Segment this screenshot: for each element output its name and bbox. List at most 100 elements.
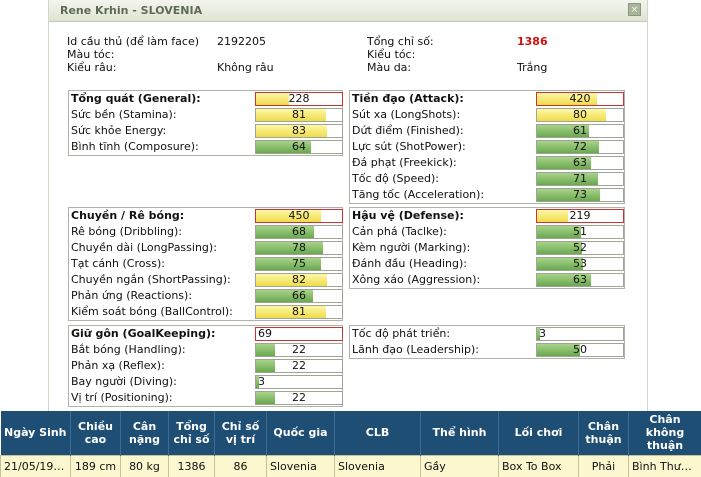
table-cell: 80 kg: [120, 454, 169, 477]
stat-row: Tốc độ (Speed): 71: [350, 171, 624, 187]
stat-row: Dứt điểm (Finished): 61: [350, 123, 624, 139]
stat-bar: 66: [255, 289, 343, 303]
stat-row: Sức bền (Stamina): 81: [69, 107, 343, 123]
stat-row: Lực sút (ShotPower): 72: [350, 139, 624, 155]
stat-row: Cản phá (Taclke): 51: [350, 224, 624, 240]
player-id-label: Id cầu thủ (để làm face): [67, 35, 199, 48]
stat-bar-value: 72: [573, 140, 587, 153]
table-cell: Gầy: [420, 454, 499, 477]
stat-bar: 80: [536, 108, 624, 122]
stats-header-label: Tổng quát (General):: [71, 92, 201, 105]
stat-bar: 82: [255, 273, 343, 287]
stat-label: Bình tĩnh (Composure):: [71, 140, 199, 153]
column-header[interactable]: Chiều cao: [70, 411, 121, 455]
stats-header-row: Tổng quát (General): 228: [69, 91, 343, 107]
stat-bar: 73: [536, 188, 624, 202]
stat-bar-value: 53: [573, 257, 587, 270]
stat-row: Bắt bóng (Handling): 22: [69, 342, 343, 358]
column-header[interactable]: Chỉ số vị trí: [214, 411, 267, 455]
stat-bar: 75: [255, 257, 343, 271]
player-summary-table: Ngày Sinh Chiều cao Cân nặng Tổng chỉ số Chỉ…: [0, 411, 701, 477]
hair-style-label: Kiểu tóc:: [367, 48, 416, 61]
stat-bar: 78: [255, 241, 343, 255]
stat-row: Sút xa (LongShots): 80: [350, 107, 624, 123]
column-header[interactable]: Tổng chỉ số: [168, 411, 215, 455]
column-header[interactable]: Thể hình: [420, 411, 499, 455]
stat-label: Chuyền ngắn (ShortPassing):: [71, 273, 231, 286]
column-header[interactable]: Chân không thuận: [628, 411, 701, 455]
table-cell: Slovenia: [334, 454, 421, 477]
table-cell: 86: [214, 454, 267, 477]
stats-panel-attack: Tiền đạo (Attack): 420 Sút xa (LongShots):…: [349, 90, 625, 204]
stat-label: Dứt điểm (Finished):: [352, 124, 464, 137]
stat-label: Cản phá (Taclke):: [352, 225, 447, 238]
stat-bar: 71: [536, 172, 624, 186]
stat-bar-value: 22: [292, 343, 306, 356]
stat-bar-value: 50: [573, 343, 587, 356]
stat-row: Tốc độ phát triển: 3: [350, 326, 624, 342]
stats-panel-growth: Tốc độ phát triển: 3 Lãnh đạo (Leadership)…: [349, 325, 625, 359]
column-header[interactable]: CLB: [334, 411, 421, 455]
stat-label: Chuyền dài (LongPassing):: [71, 241, 217, 254]
stats-header-row: Tiền đạo (Attack): 420: [350, 91, 624, 107]
stat-bar-value: 78: [292, 241, 306, 254]
stat-row: Tăng tốc (Acceleration): 73: [350, 187, 624, 203]
column-header[interactable]: Ngày Sinh: [0, 411, 71, 455]
stat-bar-value: 73: [573, 188, 587, 201]
stat-row: Bình tĩnh (Composure): 64: [69, 139, 343, 155]
stat-label: Đá phạt (Freekick):: [352, 156, 457, 169]
stat-bar-value: 64: [292, 140, 306, 153]
stat-label: Tạt cánh (Cross):: [71, 257, 165, 270]
stat-row: Lãnh đạo (Leadership): 50: [350, 342, 624, 358]
stat-label: Phản xạ (Reflex):: [71, 359, 165, 372]
stat-bar: 63: [536, 273, 624, 287]
table-cell: 1386: [168, 454, 215, 477]
stat-bar-value: 81: [292, 305, 306, 318]
stat-row: Chuyền dài (LongPassing): 78: [69, 240, 343, 256]
stat-bar: 51: [536, 225, 624, 239]
stat-bar: 81: [255, 305, 343, 319]
stat-bar: 64: [255, 140, 343, 154]
stats-header-bar: 420: [536, 92, 624, 106]
stat-bar-value: 75: [292, 257, 306, 270]
stat-bar-value: 22: [292, 391, 306, 404]
stats-header-row: Hậu vệ (Defense): 219: [350, 208, 624, 224]
stat-bar-value: 22: [292, 359, 306, 372]
table-cell: Box To Box: [498, 454, 579, 477]
close-icon[interactable]: ×: [628, 3, 641, 16]
stat-bar: 3: [255, 375, 343, 389]
stat-row: Kèm người (Marking): 52: [350, 240, 624, 256]
stat-label: Sút xa (LongShots):: [352, 108, 461, 121]
stat-bar: 68: [255, 225, 343, 239]
stat-bar-value: 61: [573, 124, 587, 137]
stat-label: Rê bóng (Dribbling):: [71, 225, 182, 238]
stat-label: Kiểm soát bóng (BallControl):: [71, 305, 233, 318]
stat-bar-value: 66: [292, 289, 306, 302]
stats-header-label: Tiền đạo (Attack):: [352, 92, 464, 105]
stat-label: Vị trí (Positioning):: [71, 391, 173, 404]
stat-label: Đánh đầu (Heading):: [352, 257, 467, 270]
stat-bar: 3: [536, 327, 624, 341]
stat-row: Chuyền ngắn (ShortPassing): 82: [69, 272, 343, 288]
column-header[interactable]: Lối chơi: [498, 411, 579, 455]
stat-bar: 22: [255, 391, 343, 405]
column-header[interactable]: Chân thuận: [578, 411, 629, 455]
stat-bar: 83: [255, 124, 343, 138]
stats-header-label: Giữ gôn (GoalKeeping):: [71, 327, 216, 340]
dialog-titlebar: Rene Krhin - SLOVENIA ×: [49, 0, 647, 22]
stats-header-bar-value: 450: [288, 209, 310, 222]
stat-bar: 63: [536, 156, 624, 170]
stat-label: Bắt bóng (Handling):: [71, 343, 186, 356]
stats-header-bar-value: 219: [569, 209, 591, 222]
column-header[interactable]: Cân nặng: [120, 411, 169, 455]
stat-bar-value: 83: [292, 124, 306, 137]
stat-bar-value: 81: [292, 108, 306, 121]
stat-label: Kèm người (Marking):: [352, 241, 471, 254]
stat-row: Tạt cánh (Cross): 75: [69, 256, 343, 272]
stat-row: Phản xạ (Reflex): 22: [69, 358, 343, 374]
stat-label: Tốc độ phát triển:: [352, 327, 451, 340]
column-header[interactable]: Quốc gia: [266, 411, 335, 455]
table-row[interactable]: 21/05/1990 189 cm 80 kg 1386 86 Slovenia Slove…: [0, 454, 701, 477]
stat-row: Rê bóng (Dribbling): 68: [69, 224, 343, 240]
stats-panel-dribbling: Chuyền / Rê bóng: 450 Rê bóng (Dribbling):…: [68, 207, 343, 321]
